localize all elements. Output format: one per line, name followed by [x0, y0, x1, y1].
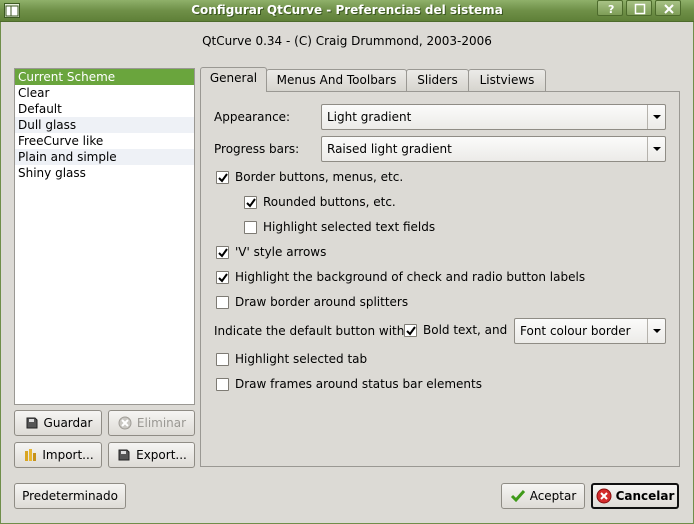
checkmark-icon: [246, 198, 256, 208]
chevron-down-icon: [647, 105, 665, 129]
checkmark-icon: [218, 273, 228, 283]
highlight-text-fields-checkbox[interactable]: [244, 221, 257, 234]
maximize-button[interactable]: [626, 0, 652, 16]
export-scheme-button[interactable]: Export...: [108, 442, 195, 468]
v-arrows-label: 'V' style arrows: [235, 245, 327, 259]
tab-listviews[interactable]: Listviews: [468, 69, 546, 91]
progress-bars-select[interactable]: Raised light gradient: [321, 136, 666, 162]
close-window-button[interactable]: [655, 0, 681, 16]
tab-general[interactable]: General: [200, 67, 267, 92]
title-bar[interactable]: Configurar QtCurve - Preferencias del si…: [0, 0, 694, 22]
chevron-down-icon: [647, 319, 665, 343]
highlight-tab-label: Highlight selected tab: [235, 352, 368, 366]
appearance-select[interactable]: Light gradient: [321, 104, 666, 130]
delete-icon: [117, 415, 133, 431]
cancel-icon: [596, 488, 612, 504]
question-icon: ?: [608, 3, 614, 15]
scheme-item[interactable]: Dull glass: [15, 117, 194, 133]
help-button[interactable]: ?: [597, 0, 623, 16]
status-frames-checkbox[interactable]: [216, 378, 229, 391]
bold-text-checkbox[interactable]: [404, 324, 417, 337]
chevron-down-icon: [647, 137, 665, 161]
highlight-tab-checkbox[interactable]: [216, 353, 229, 366]
tab-sliders[interactable]: Sliders: [406, 69, 469, 91]
scheme-list[interactable]: Current Scheme Clear Default Dull glass …: [14, 68, 195, 405]
scheme-item[interactable]: Plain and simple: [15, 149, 194, 165]
scheme-item[interactable]: FreeCurve like: [15, 133, 194, 149]
status-frames-label: Draw frames around status bar elements: [235, 377, 482, 391]
border-buttons-checkbox[interactable]: [216, 171, 229, 184]
import-icon: [22, 447, 38, 463]
import-scheme-button[interactable]: Import...: [14, 442, 102, 468]
window-title: Configurar QtCurve - Preferencias del si…: [191, 3, 503, 17]
export-icon: [116, 447, 132, 463]
defaults-button[interactable]: Predeterminado: [14, 483, 126, 509]
progress-bars-label: Progress bars:: [214, 142, 300, 156]
checkmark-icon: [218, 173, 228, 183]
scheme-item[interactable]: Default: [15, 101, 194, 117]
border-buttons-label: Border buttons, menus, etc.: [235, 170, 404, 184]
border-splitters-label: Draw border around splitters: [235, 295, 409, 309]
appearance-label: Appearance:: [214, 110, 291, 124]
save-scheme-button[interactable]: Guardar: [14, 410, 102, 436]
close-icon: [664, 4, 674, 14]
v-arrows-checkbox[interactable]: [216, 246, 229, 259]
accept-button[interactable]: Aceptar: [501, 483, 585, 509]
cancel-button[interactable]: Cancelar: [591, 483, 679, 509]
checkmark-icon: [510, 488, 526, 504]
svg-text:?: ?: [608, 3, 614, 15]
bold-text-label: Bold text, and: [423, 323, 508, 337]
scheme-item[interactable]: Current Scheme: [15, 69, 194, 85]
tab-menus-toolbars[interactable]: Menus And Toolbars: [266, 69, 407, 91]
delete-scheme-button[interactable]: Eliminar: [108, 410, 195, 436]
highlight-bg-labels-checkbox[interactable]: [216, 271, 229, 284]
default-button-select[interactable]: Font colour border: [514, 318, 666, 344]
scheme-item[interactable]: Shiny glass: [15, 165, 194, 181]
highlight-text-fields-label: Highlight selected text fields: [263, 220, 436, 234]
checkmark-icon: [218, 248, 228, 258]
rounded-buttons-checkbox[interactable]: [244, 196, 257, 209]
rounded-buttons-label: Rounded buttons, etc.: [263, 195, 396, 209]
default-button-label: Indicate the default button with:: [214, 324, 409, 338]
save-icon: [24, 415, 40, 431]
scheme-item[interactable]: Clear: [15, 85, 194, 101]
about-text: QtCurve 0.34 - (C) Craig Drummond, 2003-…: [202, 34, 492, 48]
border-splitters-checkbox[interactable]: [216, 296, 229, 309]
maximize-icon: [634, 3, 646, 15]
checkmark-icon: [406, 326, 416, 336]
highlight-bg-labels-label: Highlight the background of check and ra…: [235, 270, 586, 284]
